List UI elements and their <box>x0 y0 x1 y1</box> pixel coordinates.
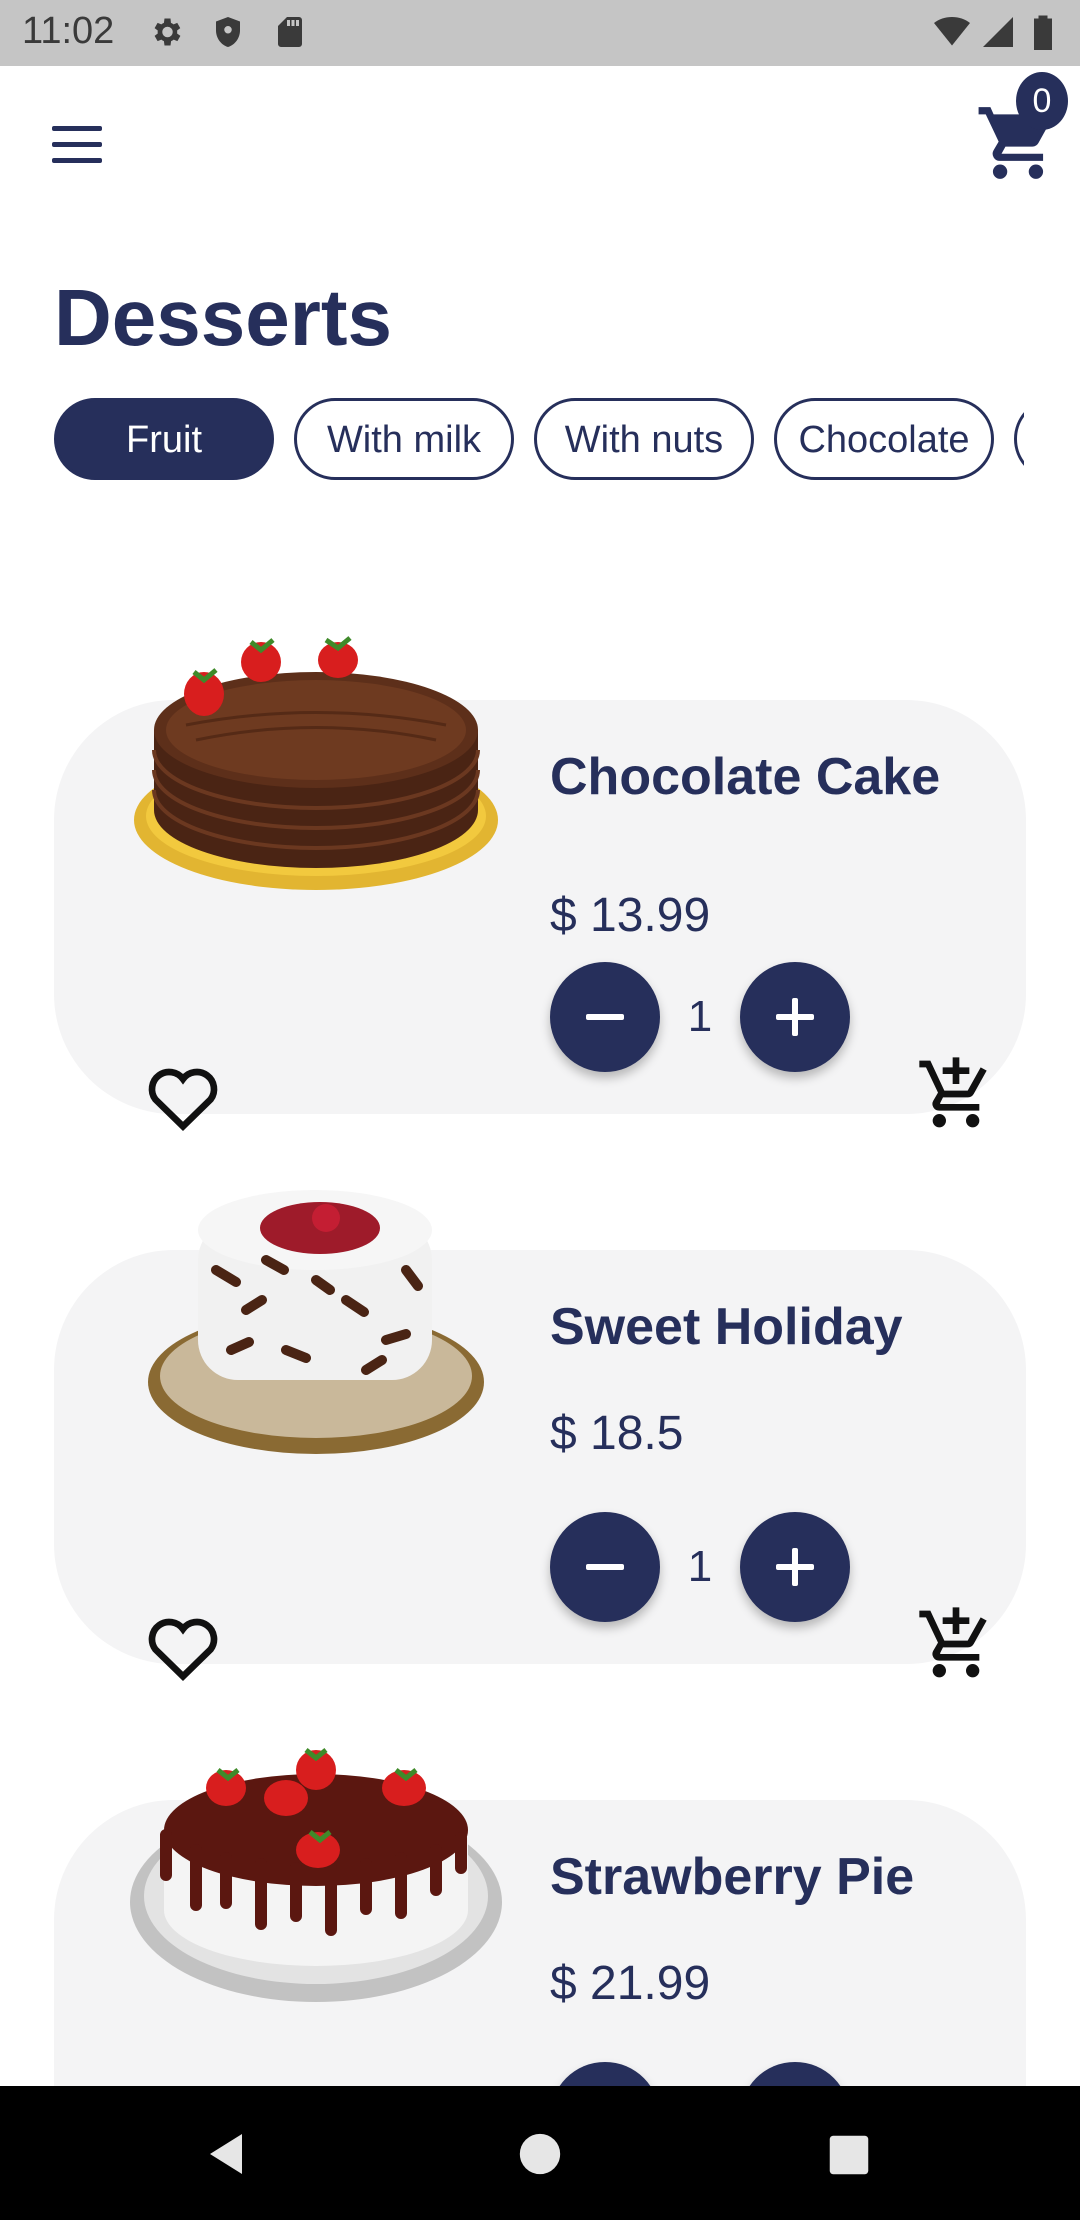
add-to-cart-icon[interactable] <box>916 1054 996 1134</box>
favorite-heart-icon[interactable] <box>140 1058 226 1138</box>
hamburger-menu-icon-line <box>52 158 102 163</box>
sd-card-icon <box>278 17 302 47</box>
settings-icon <box>154 18 181 46</box>
product-price: $ 18.5 <box>550 1407 684 1460</box>
chip-with-nuts[interactable]: With nuts <box>534 398 754 480</box>
plus-icon-vertical <box>792 998 798 1036</box>
home-icon[interactable] <box>518 2132 562 2176</box>
increase-quantity-button[interactable] <box>740 962 850 1072</box>
minus-icon <box>586 1014 624 1020</box>
page-title: Desserts <box>54 273 393 362</box>
quantity-value: 1 <box>687 1542 713 1591</box>
product-image <box>134 636 498 890</box>
product-price: $ 21.99 <box>550 1957 711 2010</box>
add-to-cart-icon[interactable] <box>916 1604 996 1684</box>
product-name: Chocolate Cake <box>550 748 941 806</box>
category-chips: Fruit With milk With nuts Chocolate <box>54 398 1024 482</box>
product-price: $ 13.99 <box>550 889 711 942</box>
product-image <box>130 1748 502 2002</box>
battery-icon <box>1034 15 1052 50</box>
favorite-heart-icon[interactable] <box>140 1608 226 1688</box>
status-bar: 11:02 <box>0 0 1080 66</box>
quantity-value: 1 <box>687 992 713 1041</box>
back-icon[interactable] <box>202 2130 250 2178</box>
plus-icon-vertical <box>792 1548 798 1586</box>
minus-icon <box>586 1564 624 1570</box>
chip-next-partial[interactable] <box>1014 398 1024 480</box>
product-name: Sweet Holiday <box>550 1298 903 1356</box>
product-image <box>148 1190 484 1454</box>
hamburger-menu-icon <box>52 126 102 131</box>
system-navigation-bar <box>0 2086 1080 2220</box>
increase-quantity-button[interactable] <box>740 1512 850 1622</box>
signal-icon <box>983 17 1013 47</box>
menu-button[interactable] <box>44 122 110 172</box>
chip-with-milk[interactable]: With milk <box>294 398 514 480</box>
decrease-quantity-button[interactable] <box>550 962 660 1072</box>
chip-fruit[interactable]: Fruit <box>54 398 274 480</box>
hamburger-menu-icon-line <box>52 142 102 147</box>
product-name: Strawberry Pie <box>550 1848 915 1906</box>
status-time: 11:02 <box>22 10 115 52</box>
cart-count-badge: 0 <box>1016 72 1068 130</box>
recents-icon[interactable] <box>828 2134 870 2176</box>
decrease-quantity-button[interactable] <box>550 1512 660 1622</box>
shield-icon <box>216 17 240 47</box>
wifi-icon <box>934 17 970 46</box>
chip-chocolate[interactable]: Chocolate <box>774 398 994 480</box>
